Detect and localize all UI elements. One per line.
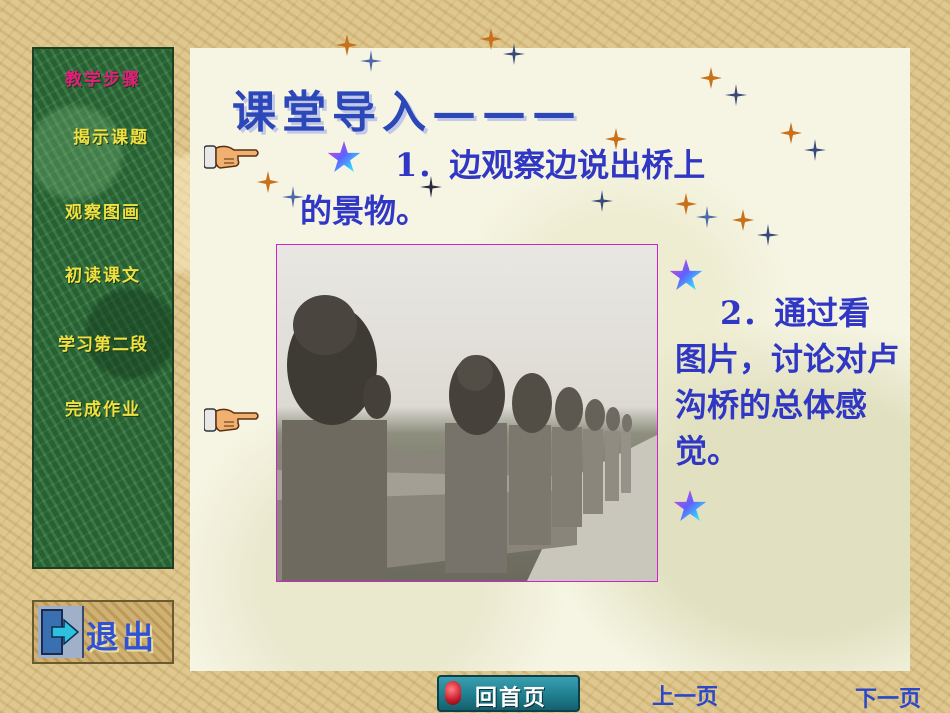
sparkle-icon: [725, 84, 747, 106]
sparkle-icon: [336, 34, 358, 56]
next-page-link[interactable]: 下一页: [855, 681, 921, 713]
nav-item-teaching-steps[interactable]: 教学步骤: [34, 65, 172, 90]
bridge-photo-illustration: [277, 295, 657, 581]
home-label: 回首页: [475, 685, 548, 711]
sparkle-icon: [360, 50, 382, 72]
sparkle-icon: [503, 43, 525, 65]
nav-item-observe-picture[interactable]: 观察图画: [34, 198, 172, 223]
sparkle-icon: [732, 209, 754, 231]
pointing-hand-icon[interactable]: [204, 405, 260, 435]
pointing-hand-icon[interactable]: [204, 142, 260, 172]
sparkle-icon: [757, 224, 779, 246]
exit-door-icon: [38, 606, 84, 658]
exit-label: 退出: [86, 618, 159, 656]
nav-panel: 教学步骤 揭示课题 观察图画 初读课文 学习第二段 完成作业: [32, 47, 174, 569]
sparkle-icon: [700, 67, 722, 89]
home-knob-icon: [445, 681, 461, 705]
bridge-photo: [276, 244, 658, 582]
question-2: 2．通过看图片，讨论对卢沟桥的总体感觉。: [675, 294, 900, 470]
sparkle-icon: [480, 28, 502, 50]
slide-title: 课堂导入———: [232, 87, 582, 138]
sparkle-icon: [257, 171, 279, 193]
home-button[interactable]: 回首页: [437, 675, 580, 712]
nav-item-reveal-topic[interactable]: 揭示课题: [42, 123, 180, 148]
question-1: 1．边观察边说出桥上的景物。: [300, 146, 706, 230]
nav-item-first-reading[interactable]: 初读课文: [34, 261, 172, 286]
exit-button[interactable]: 退出: [32, 600, 174, 664]
sparkle-icon: [780, 122, 802, 144]
nav-item-homework[interactable]: 完成作业: [34, 395, 172, 420]
prev-page-link[interactable]: 上一页: [652, 679, 718, 711]
sparkle-icon: [804, 139, 826, 161]
nav-item-study-paragraph-two[interactable]: 学习第二段: [34, 330, 172, 355]
